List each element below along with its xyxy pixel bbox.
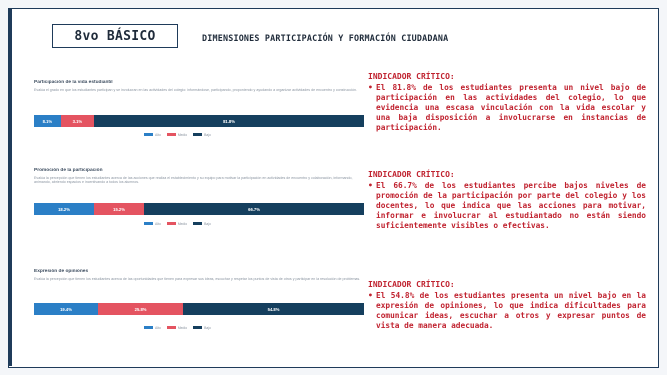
bar-segment-alto: 18.2% — [34, 203, 94, 215]
bar-segment-alto: 8.1% — [34, 115, 61, 127]
legend-item: Medio — [166, 132, 188, 137]
chart-description: Evalúa el grado en que los estudiantes p… — [34, 88, 358, 92]
legend-swatch — [144, 222, 153, 225]
legend-item: Alto — [144, 133, 161, 137]
slide: 8vo BÁSICO DIMENSIONES PARTICIPACIÓN Y F… — [0, 0, 667, 375]
bar-segment-bajo: 54.8% — [183, 303, 364, 315]
bar-segment-bajo: 66.7% — [144, 203, 364, 215]
critical-indicator: INDICADOR CRÍTICO: • El 54.8% de los est… — [368, 280, 653, 331]
stacked-bar: 18.2% 15.2% 66.7% — [34, 203, 364, 215]
chart-title: Participación de la vida estudiantil — [34, 80, 113, 85]
chart-card-expresion: Expresión de opiniones Evalúa la percepc… — [34, 269, 364, 330]
legend-swatch — [144, 133, 153, 136]
chart-legend: Alto Medio Bajo — [144, 132, 211, 137]
legend-item: Bajo — [193, 133, 211, 137]
bullet-icon: • — [368, 291, 373, 300]
bullet-icon: • — [368, 181, 373, 190]
legend-label: Bajo — [204, 132, 211, 137]
chart-description: Evalúa la percepción que tienen los estu… — [34, 277, 361, 281]
legend-item: Alto — [144, 222, 161, 226]
chart-legend: Alto Medio Bajo — [144, 221, 211, 226]
bullet-icon: • — [368, 83, 373, 92]
legend-swatch — [166, 326, 176, 329]
legend-item: Medio — [166, 325, 188, 330]
legend-swatch — [193, 326, 203, 329]
legend-label: Alto — [155, 325, 161, 330]
stacked-bar: 19.4% 25.8% 54.8% — [34, 303, 364, 315]
chart-title: Expresión de opiniones — [34, 269, 89, 274]
indicator-heading: INDICADOR CRÍTICO: — [368, 280, 455, 289]
bar-segment-medio: 15.2% — [94, 203, 145, 215]
legend-swatch — [144, 326, 153, 329]
legend-label: Medio — [177, 221, 188, 226]
frame-accent-bar — [8, 8, 12, 366]
legend-item: Bajo — [193, 326, 211, 330]
critical-indicator: INDICADOR CRÍTICO: • El 81.8% de los est… — [368, 72, 653, 133]
legend-item: Bajo — [193, 222, 211, 226]
indicator-heading: INDICADOR CRÍTICO: — [368, 72, 455, 81]
legend-label: Medio — [177, 325, 188, 330]
bar-segment-medio: 25.8% — [98, 303, 184, 315]
indicator-text: El 66.7% de los estudiantes percibe bajo… — [376, 181, 646, 231]
indicator-text: El 54.8% de los estudiantes presenta un … — [376, 291, 646, 331]
grade-badge: 8vo BÁSICO — [52, 24, 178, 48]
legend-label: Bajo — [204, 221, 211, 226]
bar-segment-alto: 19.4% — [34, 303, 99, 315]
chart-legend: Alto Medio Bajo — [144, 325, 211, 330]
chart-title: Promoción de la participación — [34, 168, 103, 173]
legend-label: Alto — [155, 132, 161, 137]
slide-title: DIMENSIONES PARTICIPACIÓN Y FORMACIÓN CI… — [202, 33, 449, 43]
legend-swatch — [193, 222, 203, 225]
legend-swatch — [166, 222, 176, 225]
legend-swatch — [166, 133, 176, 136]
indicator-text: El 81.8% de los estudiantes presenta un … — [376, 83, 646, 133]
indicator-heading: INDICADOR CRÍTICO: — [368, 170, 455, 179]
chart-card-participacion: Participación de la vida estudiantil Eva… — [34, 80, 364, 137]
legend-swatch — [193, 133, 203, 136]
legend-label: Medio — [177, 132, 188, 137]
indicator-body: • El 54.8% de los estudiantes presenta u… — [368, 291, 653, 331]
legend-item: Medio — [166, 221, 188, 226]
legend-label: Bajo — [204, 325, 211, 330]
bar-segment-bajo: 81.8% — [94, 115, 364, 127]
indicator-body: • El 66.7% de los estudiantes percibe ba… — [368, 181, 653, 231]
chart-description: Evalúa la percepción que tienen los estu… — [34, 176, 353, 185]
stacked-bar: 8.1% 3.1% 81.8% — [34, 115, 364, 127]
bar-segment-medio: 3.1% — [60, 115, 95, 127]
chart-card-promocion: Promoción de la participación Evalúa la … — [34, 168, 364, 226]
critical-indicator: INDICADOR CRÍTICO: • El 66.7% de los est… — [368, 170, 653, 231]
indicator-body: • El 81.8% de los estudiantes presenta u… — [368, 83, 653, 133]
legend-label: Alto — [155, 221, 161, 226]
legend-item: Alto — [144, 326, 161, 330]
